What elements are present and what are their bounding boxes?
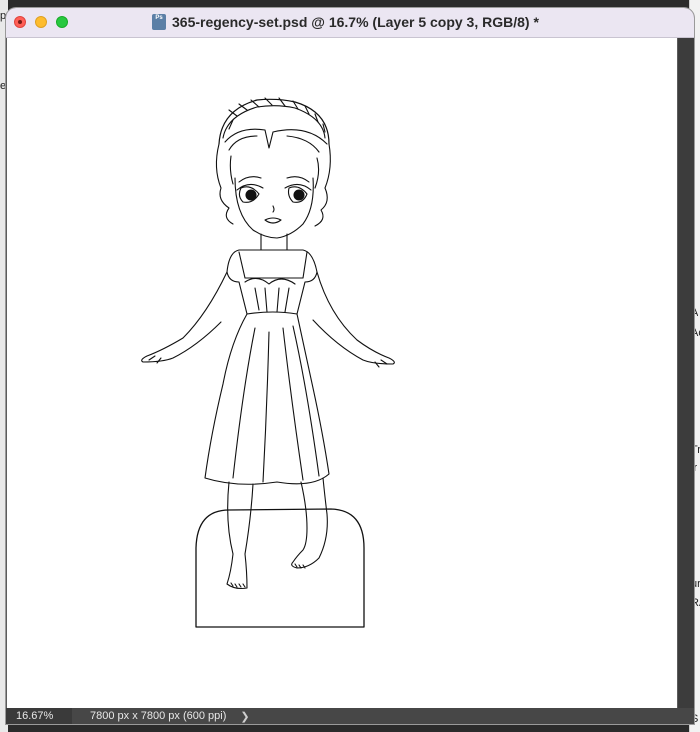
- fullscreen-button[interactable]: [56, 16, 68, 28]
- document-canvas[interactable]: [7, 38, 677, 708]
- document-title: 365-regency-set.psd @ 16.7% (Layer 5 cop…: [172, 14, 539, 30]
- minimize-button[interactable]: [35, 16, 47, 28]
- zoom-level[interactable]: 16.67%: [6, 708, 72, 724]
- canvas-workspace[interactable]: [6, 38, 694, 708]
- left-arm: [141, 271, 228, 363]
- right-arm: [312, 271, 395, 365]
- right-leg: [291, 477, 328, 569]
- vertical-scrollbar[interactable]: [678, 38, 694, 708]
- chevron-right-icon[interactable]: ❯: [240, 710, 249, 723]
- status-bar: 16.67% 7800 px x 7800 px (600 ppi) ❯: [6, 708, 694, 724]
- line-art-drawing: [141, 97, 395, 628]
- close-button[interactable]: [14, 16, 26, 28]
- mouth: [264, 217, 282, 224]
- stand-base: [195, 508, 365, 628]
- window-controls: [14, 16, 68, 28]
- document-info: 7800 px x 7800 px (600 ppi): [90, 710, 227, 722]
- left-leg: [226, 481, 254, 590]
- photoshop-document-icon: Ps: [152, 14, 166, 30]
- title-bar[interactable]: Ps 365-regency-set.psd @ 16.7% (Layer 5 …: [6, 8, 694, 38]
- document-window: Ps 365-regency-set.psd @ 16.7% (Layer 5 …: [6, 8, 694, 724]
- window-title: Ps 365-regency-set.psd @ 16.7% (Layer 5 …: [152, 14, 539, 30]
